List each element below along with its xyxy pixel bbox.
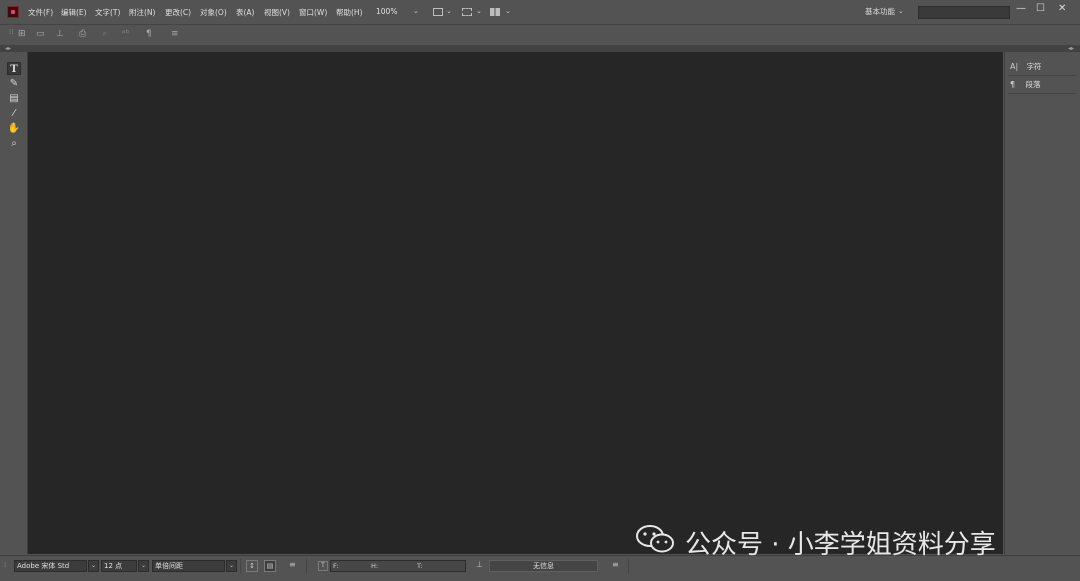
- search-input[interactable]: [918, 6, 1010, 19]
- metric-label-h: H:: [371, 562, 379, 570]
- divider: [628, 559, 629, 573]
- menu-notes[interactable]: 附注(N): [129, 7, 155, 18]
- document-canvas[interactable]: [28, 52, 1003, 554]
- view-options-dropdown-icon[interactable]: ⌄: [476, 7, 482, 15]
- metric-label-f: F:: [333, 562, 339, 570]
- control-bar-grip: ⁞: [4, 561, 7, 569]
- toolbar-grip: ⁞⁞: [9, 28, 14, 36]
- panel-divider: [1008, 93, 1076, 94]
- line-spacing-field[interactable]: 单倍间距: [152, 560, 225, 572]
- panel-collapse-strip: [0, 45, 1080, 52]
- paragraph-panel-label: 段落: [1025, 80, 1041, 89]
- divider: [306, 559, 307, 573]
- menu-text[interactable]: 文字(T): [95, 7, 120, 18]
- show-hidden-characters-icon[interactable]: ¶: [146, 29, 152, 39]
- size-dropdown-icon[interactable]: ⌄: [138, 560, 149, 572]
- type-tool-icon[interactable]: T: [7, 62, 21, 75]
- collapse-right-icon[interactable]: ◂▸: [1068, 45, 1074, 52]
- character-panel-label: 字符: [1026, 62, 1042, 71]
- close-icon[interactable]: ✕: [1058, 3, 1066, 14]
- character-panel-tab[interactable]: A| 字符: [1010, 61, 1042, 72]
- text-frame-icon[interactable]: ▤: [264, 560, 276, 572]
- menu-changes[interactable]: 更改(C): [165, 7, 191, 18]
- zoom-level[interactable]: 100%: [376, 7, 397, 16]
- spacing-dropdown-icon[interactable]: ⌄: [226, 560, 237, 572]
- divider: [240, 559, 241, 573]
- eyedropper-icon[interactable]: ⁄: [7, 107, 21, 120]
- control-menu-icon[interactable]: ≡: [289, 560, 296, 569]
- find-icon[interactable]: ⌕: [102, 29, 107, 39]
- metric-label-t: T:: [417, 562, 423, 570]
- zoom-tool-icon[interactable]: ⌕: [7, 137, 21, 150]
- minimize-icon[interactable]: —: [1016, 3, 1026, 14]
- arrange-documents-icon[interactable]: [490, 8, 500, 16]
- menu-file[interactable]: 文件(F): [28, 7, 53, 18]
- maximize-icon[interactable]: ☐: [1036, 3, 1045, 14]
- workspace-dropdown-icon[interactable]: ⌄: [898, 7, 904, 15]
- view-options-icon[interactable]: [462, 8, 472, 16]
- story-editor-icon[interactable]: ▤: [7, 92, 21, 105]
- metrics-readout: [330, 560, 466, 572]
- open-folder-icon[interactable]: ▭: [36, 29, 45, 39]
- menu-help[interactable]: 帮助(H): [336, 7, 363, 18]
- note-tool-icon[interactable]: ✎: [7, 77, 21, 90]
- type-icon: T: [318, 561, 328, 571]
- zoom-dropdown-icon[interactable]: ⌄: [413, 7, 419, 15]
- screen-mode-icon[interactable]: [433, 8, 443, 16]
- paragraph-icon: ¶: [1010, 80, 1016, 89]
- collapse-left-icon[interactable]: ◂▸: [5, 45, 11, 52]
- arrange-dropdown-icon[interactable]: ⌄: [505, 7, 511, 15]
- font-dropdown-icon[interactable]: ⌄: [88, 560, 99, 572]
- text-direction-icon[interactable]: ↕: [246, 560, 258, 572]
- menu-object[interactable]: 对象(O): [200, 7, 227, 18]
- character-icon: A|: [1010, 62, 1019, 71]
- font-size-field[interactable]: 12 点: [101, 560, 137, 572]
- app-logo-icon: [7, 6, 19, 18]
- hand-tool-icon[interactable]: ✋: [7, 122, 21, 135]
- right-panel-dock: [1004, 52, 1080, 554]
- info-menu-icon[interactable]: ≡: [612, 560, 619, 569]
- menu-window[interactable]: 窗口(W): [299, 7, 327, 18]
- workspace-switcher[interactable]: 基本功能: [865, 6, 895, 17]
- spell-check-icon[interactable]: ᵃᵇ: [122, 29, 129, 39]
- font-family-field[interactable]: Adobe 宋体 Std: [14, 560, 87, 572]
- menu-table[interactable]: 表(A): [236, 7, 254, 18]
- info-status: 无信息: [489, 560, 598, 572]
- paragraph-panel-tab[interactable]: ¶ 段落: [1010, 79, 1040, 90]
- save-icon[interactable]: ⊥: [56, 29, 64, 39]
- menu-edit[interactable]: 编辑(E): [61, 7, 87, 18]
- new-document-icon[interactable]: ⊞: [18, 29, 26, 39]
- screen-mode-dropdown-icon[interactable]: ⌄: [446, 7, 452, 15]
- menu-view[interactable]: 视图(V): [264, 7, 290, 18]
- toolbar-menu-icon[interactable]: ≡: [171, 29, 179, 39]
- wechat-logo-icon: [636, 525, 674, 553]
- panel-divider: [1008, 75, 1076, 76]
- baseline-icon: ⊥: [476, 560, 483, 569]
- print-icon[interactable]: ⎙: [79, 29, 86, 39]
- watermark-text: 公众号 · 小李学姐资料分享: [685, 530, 996, 560]
- application-toolbar: [0, 25, 1080, 46]
